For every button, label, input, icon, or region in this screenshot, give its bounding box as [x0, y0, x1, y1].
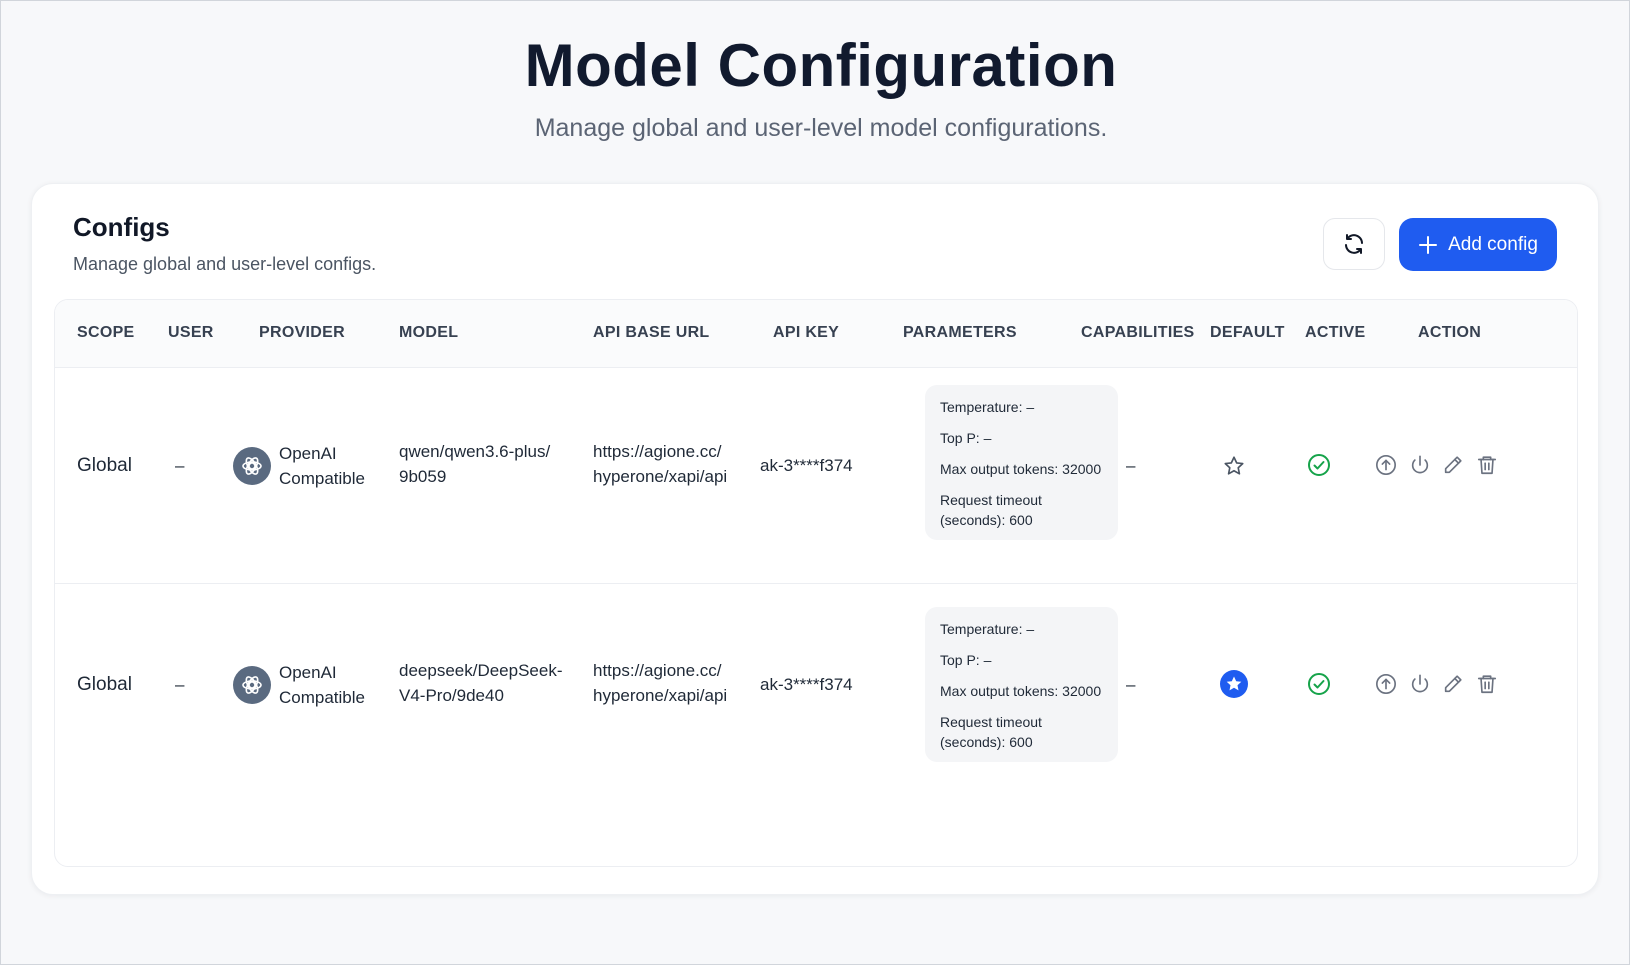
api-base-url-cell: https://agione.cc/ hyperone/xapi/api [593, 658, 727, 708]
add-config-button[interactable]: Add config [1399, 218, 1557, 271]
header-default[interactable]: DEFAULT [1210, 324, 1285, 342]
header-user[interactable]: USER [168, 324, 214, 342]
page-subtitle: Manage global and user-level model confi… [534, 114, 1108, 142]
header-provider[interactable]: PROVIDER [259, 324, 345, 342]
scope-cell: Global [77, 455, 132, 476]
power-icon[interactable] [1408, 453, 1432, 477]
power-icon[interactable] [1408, 672, 1432, 696]
model-line-2: 9b059 [399, 467, 447, 486]
active-check-icon[interactable] [1307, 453, 1331, 477]
provider-cell: OpenAI Compatible [279, 441, 365, 491]
param-timeout-line-2: (seconds): 600 [940, 512, 1033, 528]
url-line-2: hyperone/xapi/api [593, 467, 728, 486]
card-title: Configs [73, 212, 170, 242]
header-active[interactable]: ACTIVE [1305, 324, 1365, 342]
url-line-2: hyperone/xapi/api [593, 686, 728, 705]
header-action: ACTION [1418, 324, 1482, 341]
model-line-1: qwen/qwen3.6-plus/ [399, 442, 551, 461]
provider-type: Compatible [279, 688, 365, 707]
page-header: Model Configuration Manage global and us… [1, 31, 1630, 143]
capabilities-cell: – [1126, 675, 1136, 694]
url-line-1: https://agione.cc/ [593, 661, 722, 680]
provider-cell: OpenAI Compatible [279, 660, 365, 710]
model-cell: deepseek/DeepSeek- V4-Pro/9de40 [399, 658, 563, 708]
edit-icon[interactable] [1441, 672, 1465, 696]
user-cell: – [175, 456, 185, 475]
table-row: Global – OpenAI Compatible deepseek/Deep… [55, 584, 1577, 824]
openai-icon [233, 447, 271, 485]
trash-icon[interactable] [1475, 672, 1499, 696]
plus-icon [1418, 235, 1438, 255]
configs-table: SCOPE USER PROVIDER MODEL API BASE URL A… [54, 299, 1578, 867]
default-star-outline-icon[interactable] [1222, 454, 1246, 478]
param-max-tokens: Max output tokens: 32000 [940, 461, 1102, 477]
header-scope[interactable]: SCOPE [77, 324, 135, 342]
api-key-cell: ak-3****f374 [760, 456, 853, 475]
capabilities-cell: – [1126, 456, 1136, 475]
param-top-p: Top P: – [940, 430, 992, 446]
provider-type: Compatible [279, 469, 365, 488]
header-model[interactable]: MODEL [399, 324, 458, 342]
edit-icon[interactable] [1441, 453, 1465, 477]
param-temperature: Temperature: – [940, 399, 1035, 415]
scope-cell: Global [77, 674, 132, 695]
add-config-label: Add config [1448, 233, 1538, 255]
upload-icon[interactable] [1374, 672, 1398, 696]
parameters-box: Temperature: – Top P: – Max output token… [925, 607, 1118, 762]
param-timeout: Request timeout (seconds): 600 [940, 490, 1103, 530]
provider-name: OpenAI [279, 444, 337, 463]
upload-icon[interactable] [1374, 453, 1398, 477]
header-api-key[interactable]: API KEY [773, 324, 839, 342]
param-timeout-line-2: (seconds): 600 [940, 734, 1033, 750]
model-line-1: deepseek/DeepSeek- [399, 661, 563, 680]
api-key-cell: ak-3****f374 [760, 675, 853, 694]
parameters-box: Temperature: – Top P: – Max output token… [925, 385, 1118, 540]
header-parameters[interactable]: PARAMETERS [903, 324, 1017, 342]
url-line-1: https://agione.cc/ [593, 442, 722, 461]
api-base-url-cell: https://agione.cc/ hyperone/xapi/api [593, 439, 727, 489]
param-timeout: Request timeout (seconds): 600 [940, 712, 1103, 752]
user-cell: – [175, 675, 185, 694]
default-star-filled-icon[interactable] [1220, 670, 1248, 698]
header-capabilities[interactable]: CAPABILITIES [1081, 324, 1195, 342]
configs-card: Configs Manage global and user-level con… [31, 183, 1599, 895]
provider-name: OpenAI [279, 663, 337, 682]
refresh-button[interactable] [1323, 218, 1385, 270]
trash-icon[interactable] [1475, 453, 1499, 477]
param-temperature: Temperature: – [940, 621, 1035, 637]
param-timeout-line-1: Request timeout [940, 492, 1042, 508]
model-cell: qwen/qwen3.6-plus/ 9b059 [399, 439, 550, 489]
param-max-tokens: Max output tokens: 32000 [940, 683, 1102, 699]
param-timeout-line-1: Request timeout [940, 714, 1042, 730]
openai-icon [233, 666, 271, 704]
refresh-icon [1342, 232, 1366, 256]
page-title: Model Configuration [524, 32, 1118, 99]
table-header: SCOPE USER PROVIDER MODEL API BASE URL A… [55, 300, 1577, 368]
param-top-p: Top P: – [940, 652, 992, 668]
active-check-icon[interactable] [1307, 672, 1331, 696]
model-line-2: V4-Pro/9de40 [399, 686, 504, 705]
card-subtitle: Manage global and user-level configs. [73, 254, 377, 274]
header-api-base-url[interactable]: API BASE URL [593, 324, 710, 342]
table-row: Global – OpenAI Compatible qwen/qwen3.6-… [55, 367, 1577, 584]
